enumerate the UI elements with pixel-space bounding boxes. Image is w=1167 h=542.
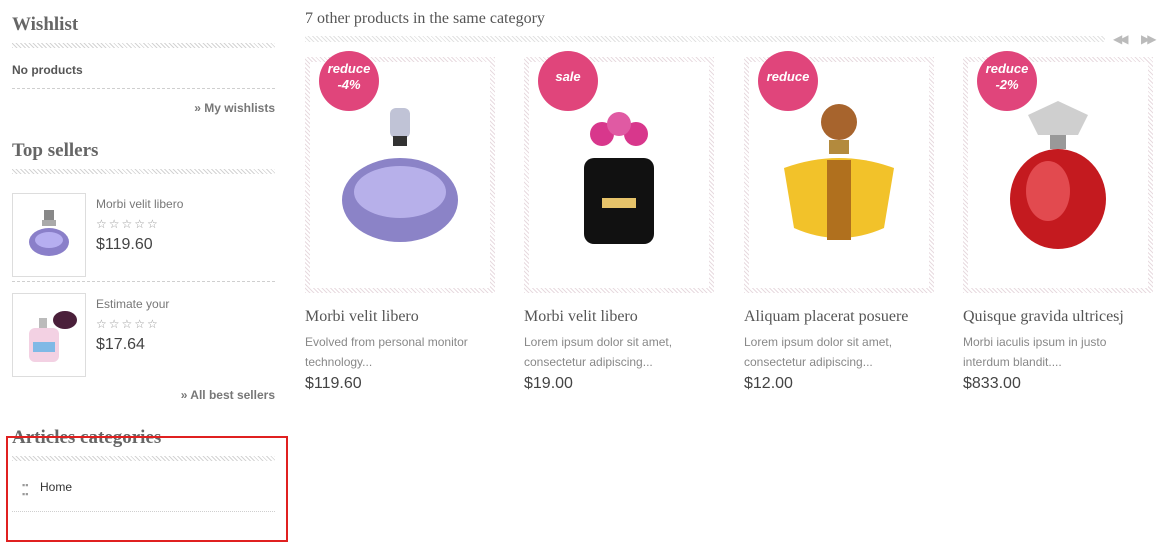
top-seller-item[interactable]: Morbi velit libero ☆☆☆☆☆ $119.60 bbox=[12, 193, 275, 281]
divider bbox=[12, 169, 275, 174]
section-title: 7 other products in the same category bbox=[305, 10, 545, 27]
product-name[interactable]: Morbi velit libero bbox=[305, 308, 495, 326]
discount-badge: reduce bbox=[758, 51, 818, 111]
rating-stars: ☆☆☆☆☆ bbox=[96, 217, 160, 231]
divider bbox=[12, 43, 275, 48]
next-arrow-icon[interactable]: ▶▶ bbox=[1141, 32, 1157, 46]
product-price: $19.00 bbox=[524, 375, 573, 392]
product-image-frame[interactable]: reduce -2% bbox=[963, 51, 1153, 293]
product-image-frame[interactable]: sale bbox=[524, 51, 714, 293]
top-seller-price: $17.64 bbox=[96, 336, 145, 353]
discount-badge: reduce -2% bbox=[977, 51, 1037, 111]
product-card[interactable]: reduce -2% Quisque gravida ultricesj Mor… bbox=[963, 51, 1153, 393]
wishlist-status: No products bbox=[12, 63, 83, 77]
divider bbox=[12, 88, 275, 89]
divider bbox=[12, 281, 275, 282]
product-description: Morbi iaculis ipsum in justo interdum bl… bbox=[963, 335, 1107, 369]
my-wishlists-link[interactable]: » My wishlists bbox=[12, 101, 275, 115]
product-card[interactable]: sale Morbi velit libero Lorem ipsum dolo… bbox=[524, 51, 714, 393]
product-name[interactable]: Aliquam placerat posuere bbox=[744, 308, 934, 326]
product-price: $12.00 bbox=[744, 375, 793, 392]
highlight-box bbox=[6, 436, 288, 542]
top-sellers-title: Top sellers bbox=[12, 140, 99, 161]
product-image-frame[interactable]: reduce -4% bbox=[305, 51, 495, 293]
top-seller-item[interactable]: Estimate your ☆☆☆☆☆ $17.64 bbox=[12, 293, 275, 381]
top-seller-price: $119.60 bbox=[96, 236, 153, 253]
product-card[interactable]: reduce Aliquam placerat posuere Lorem ip… bbox=[744, 51, 934, 393]
divider bbox=[305, 36, 1105, 42]
rating-stars: ☆☆☆☆☆ bbox=[96, 317, 160, 331]
all-best-sellers-link[interactable]: » All best sellers bbox=[12, 388, 275, 402]
product-card[interactable]: reduce -4% Morbi velit libero Evolved fr… bbox=[305, 51, 495, 393]
product-price: $833.00 bbox=[963, 375, 1021, 392]
product-description: Evolved from personal monitor technology… bbox=[305, 335, 468, 369]
product-thumbnail[interactable] bbox=[12, 293, 86, 377]
prev-arrow-icon[interactable]: ◀◀ bbox=[1113, 32, 1129, 46]
sale-badge: sale bbox=[538, 51, 598, 111]
discount-badge: reduce -4% bbox=[319, 51, 379, 111]
product-name[interactable]: Quisque gravida ultricesj bbox=[963, 308, 1153, 326]
top-seller-name[interactable]: Estimate your bbox=[96, 297, 169, 311]
product-description: Lorem ipsum dolor sit amet, consectetur … bbox=[744, 335, 893, 369]
product-thumbnail[interactable] bbox=[12, 193, 86, 277]
product-name[interactable]: Morbi velit libero bbox=[524, 308, 714, 326]
top-seller-name[interactable]: Morbi velit libero bbox=[96, 197, 183, 211]
product-price: $119.60 bbox=[305, 375, 362, 392]
wishlist-title: Wishlist bbox=[12, 14, 79, 35]
product-description: Lorem ipsum dolor sit amet, consectetur … bbox=[524, 335, 673, 369]
product-image-frame[interactable]: reduce bbox=[744, 51, 934, 293]
